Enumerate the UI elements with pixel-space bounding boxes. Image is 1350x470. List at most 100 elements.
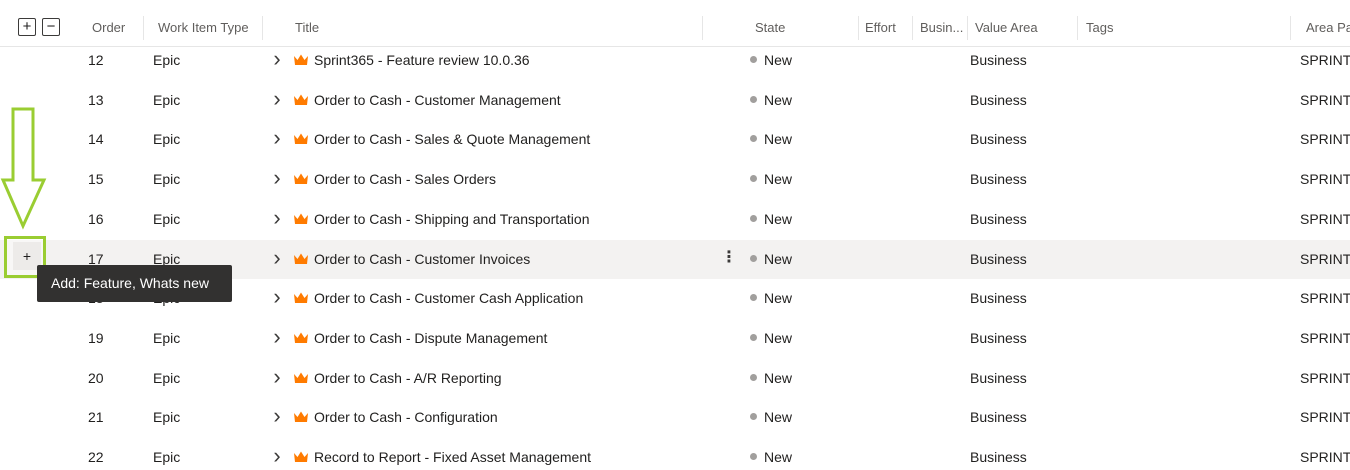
state-dot-icon xyxy=(750,294,757,302)
order-cell: 21 xyxy=(88,409,104,426)
column-divider[interactable] xyxy=(858,16,859,40)
value-area-cell: Business xyxy=(970,449,1027,465)
value-area-cell: Business xyxy=(970,409,1027,426)
work-item-title-link[interactable]: Order to Cash - Configuration xyxy=(314,398,714,438)
state-cell[interactable]: New xyxy=(764,81,844,121)
state-cell[interactable]: New xyxy=(764,240,844,280)
work-item-title-link[interactable]: Order to Cash - Sales & Quote Management xyxy=(314,120,714,160)
state-dot-icon xyxy=(750,214,757,222)
chevron-right-icon[interactable]: › xyxy=(270,120,284,160)
column-divider[interactable] xyxy=(702,16,703,40)
table-row[interactable]: 19 Epic › Order to Cash - Dispute Managemen… xyxy=(0,319,1350,359)
state-cell[interactable]: New xyxy=(764,279,844,319)
work-item-title-link[interactable]: Order to Cash - Sales Orders xyxy=(314,160,714,200)
work-item-title-link[interactable]: Order to Cash - Shipping and Transportat… xyxy=(314,200,714,240)
table-row[interactable]: 16 Epic › Order to Cash - Shipping and Tran… xyxy=(0,200,1350,240)
area-path-cell: SPRINT xyxy=(1300,131,1350,148)
state-cell[interactable]: New xyxy=(764,200,844,240)
table-row[interactable]: 12 Epic › Sprint365 - Feature review 10.0.3… xyxy=(0,41,1350,81)
work-item-type-cell: Epic xyxy=(153,131,181,148)
chevron-right-icon[interactable]: › xyxy=(270,279,284,319)
value-area-cell: Business xyxy=(970,250,1027,267)
backlog-grid: + − Order Work Item Type Title State Eff… xyxy=(0,0,1350,470)
chevron-right-icon[interactable]: › xyxy=(270,200,284,240)
table-row[interactable]: 22 Epic › Record to Report - Fixed Asset Ma… xyxy=(0,438,1350,470)
expand-all-button[interactable]: + xyxy=(18,18,36,36)
work-item-type-cell: Epic xyxy=(153,369,181,386)
order-cell: 19 xyxy=(88,329,104,346)
state-dot-icon xyxy=(750,135,757,143)
value-area-cell: Business xyxy=(970,131,1027,148)
area-path-cell: SPRINT xyxy=(1300,250,1350,267)
work-item-title-link[interactable]: Order to Cash - Customer Cash Applicatio… xyxy=(314,279,714,319)
table-row[interactable]: 20 Epic › Order to Cash - A/R Reporting New B… xyxy=(0,359,1350,399)
order-cell: 16 xyxy=(88,210,104,227)
column-divider[interactable] xyxy=(1077,16,1078,40)
table-row[interactable]: 14 Epic › Order to Cash - Sales & Quote Man… xyxy=(0,120,1350,160)
chevron-right-icon[interactable]: › xyxy=(270,438,284,470)
order-cell: 13 xyxy=(88,91,104,108)
work-item-title-link[interactable]: Order to Cash - A/R Reporting xyxy=(314,359,714,399)
chevron-right-icon[interactable]: › xyxy=(270,319,284,359)
state-dot-icon xyxy=(750,175,757,183)
state-dot-icon xyxy=(750,56,757,63)
state-cell[interactable]: New xyxy=(764,319,844,359)
area-path-cell: SPRINT xyxy=(1300,449,1350,465)
crown-icon xyxy=(294,253,308,264)
work-item-title-link[interactable]: Order to Cash - Customer Invoices xyxy=(314,240,714,280)
work-item-title-link[interactable]: Record to Report - Fixed Asset Managemen… xyxy=(314,438,714,470)
table-row[interactable]: 21 Epic › Order to Cash - Configuration New B… xyxy=(0,398,1350,438)
work-item-type-cell: Epic xyxy=(153,52,181,68)
area-path-cell: SPRINT xyxy=(1300,52,1350,68)
area-path-cell: SPRINT xyxy=(1300,369,1350,386)
work-item-title-link[interactable]: Sprint365 - Feature review 10.0.36 xyxy=(314,41,714,81)
crown-icon xyxy=(294,411,308,423)
state-dot-icon xyxy=(750,373,757,381)
order-cell: 22 xyxy=(88,449,104,465)
state-cell[interactable]: New xyxy=(764,41,844,81)
chevron-right-icon[interactable]: › xyxy=(270,398,284,438)
chevron-right-icon[interactable]: › xyxy=(270,359,284,399)
column-divider[interactable] xyxy=(912,16,913,40)
area-path-cell: SPRINT xyxy=(1300,409,1350,426)
state-cell[interactable]: New xyxy=(764,120,844,160)
value-area-cell: Business xyxy=(970,369,1027,386)
crown-icon xyxy=(294,213,308,224)
value-area-cell: Business xyxy=(970,290,1027,307)
arrow-down-icon xyxy=(0,107,47,230)
value-area-cell: Business xyxy=(970,52,1027,68)
state-dot-icon xyxy=(750,413,757,421)
state-cell[interactable]: New xyxy=(764,438,844,470)
state-cell[interactable]: New xyxy=(764,359,844,399)
work-item-title-link[interactable]: Order to Cash - Customer Management xyxy=(314,81,714,121)
crown-icon xyxy=(294,332,308,343)
order-cell: 12 xyxy=(88,52,104,68)
area-path-cell: SPRINT xyxy=(1300,329,1350,346)
area-path-cell: SPRINT xyxy=(1300,290,1350,307)
chevron-right-icon[interactable]: › xyxy=(270,41,284,81)
crown-icon xyxy=(294,94,308,105)
order-cell: 14 xyxy=(88,131,104,148)
column-divider[interactable] xyxy=(967,16,968,40)
column-divider[interactable] xyxy=(1290,16,1291,40)
more-vertical-icon[interactable]: ⋮ xyxy=(721,240,737,280)
work-item-type-cell: Epic xyxy=(153,409,181,426)
collapse-all-button[interactable]: − xyxy=(42,18,60,36)
chevron-right-icon[interactable]: › xyxy=(270,81,284,121)
chevron-right-icon[interactable]: › xyxy=(270,160,284,200)
state-cell[interactable]: New xyxy=(764,160,844,200)
chevron-right-icon[interactable]: › xyxy=(270,240,284,280)
table-row[interactable]: 15 Epic › Order to Cash - Sales Orders New Bu… xyxy=(0,160,1350,200)
work-item-type-cell: Epic xyxy=(153,449,181,465)
crown-icon xyxy=(294,451,308,462)
column-divider[interactable] xyxy=(143,16,144,40)
state-cell[interactable]: New xyxy=(764,398,844,438)
work-item-title-link[interactable]: Order to Cash - Dispute Management xyxy=(314,319,714,359)
state-dot-icon xyxy=(750,333,757,341)
add-child-tooltip: Add: Feature, Whats new xyxy=(37,265,232,302)
table-row[interactable]: 13 Epic › Order to Cash - Customer Manageme… xyxy=(0,81,1350,121)
area-path-cell: SPRINT xyxy=(1300,171,1350,188)
crown-icon xyxy=(294,173,308,185)
value-area-cell: Business xyxy=(970,91,1027,108)
column-divider[interactable] xyxy=(262,16,263,40)
